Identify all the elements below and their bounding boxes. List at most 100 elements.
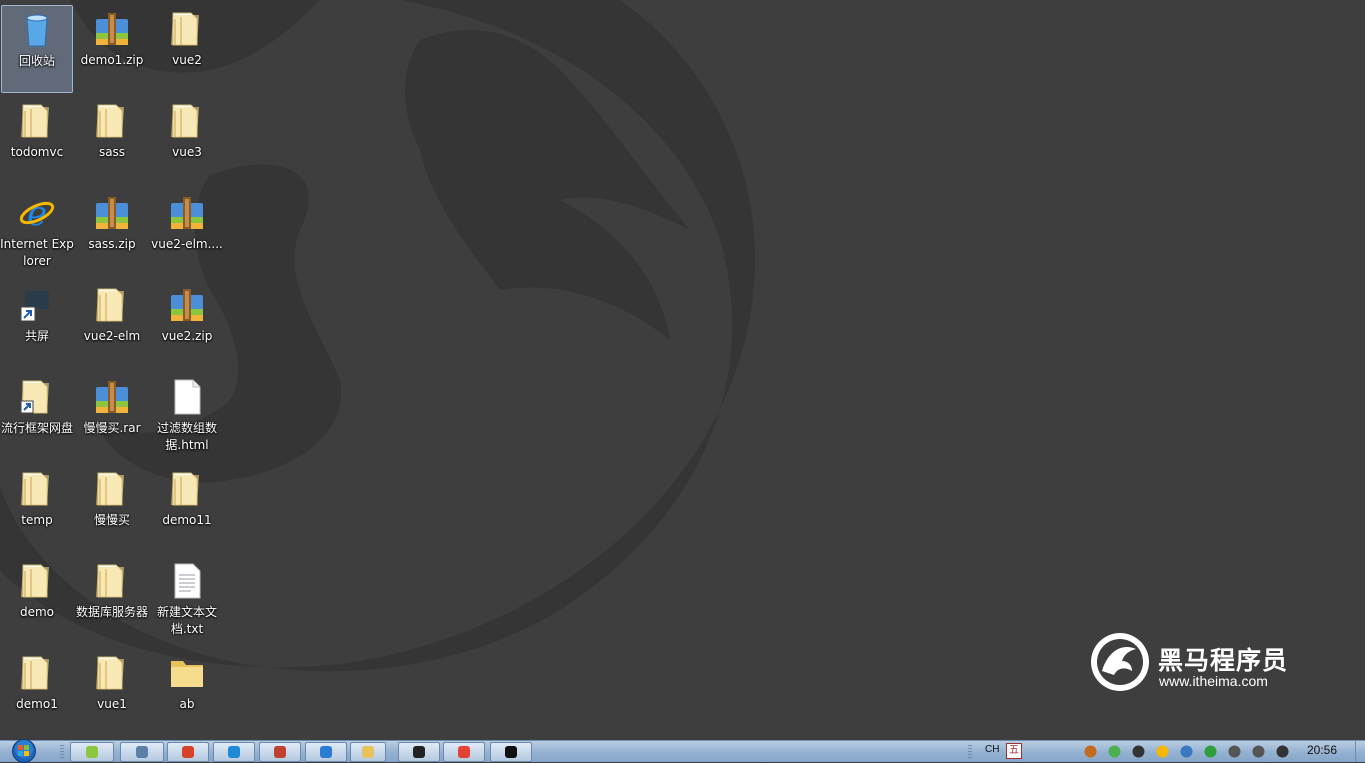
clock[interactable]: 20:56 [1307,743,1337,757]
connection-tray-icon[interactable] [1251,744,1266,759]
taskbar-button[interactable] [398,742,440,762]
brand-name: 黑马程序员 [1158,646,1289,675]
tray-grip[interactable] [968,744,972,760]
folder-icon [92,285,132,325]
volume-icon[interactable] [1275,744,1290,759]
media-icon [411,744,427,760]
video-tray-icon[interactable] [1131,744,1146,759]
desktop-icon-label: 过滤数组数据.html [156,421,217,452]
desktop-icon-label: ab [179,697,195,711]
itheima-brand: 黑马程序员 www.itheima.com [1088,631,1303,693]
taskbar-button[interactable] [120,742,164,762]
vscode-icon [318,744,334,760]
show-desktop-button[interactable] [1355,741,1365,762]
desktop-icon[interactable]: 回收站 [1,5,73,93]
desktop-icon[interactable]: demo1 [1,649,73,737]
desktop-icon[interactable]: vue2.zip [151,281,223,369]
taskbar-button[interactable] [259,742,301,762]
folder-icon [167,101,207,141]
explorer-icon [360,744,376,760]
zip-archive-icon [167,285,207,325]
folder-icon [17,561,57,601]
itheima-logo-icon [1091,633,1149,691]
desktop-icon-label: 回收站 [18,54,55,68]
folder-icon [92,469,132,509]
desktop-icon[interactable]: vue2-elm [76,281,148,369]
desktop-icon[interactable]: vue2 [151,5,223,93]
network-tray-icon[interactable] [1107,744,1122,759]
desktop-icon-label: vue2.zip [161,329,213,343]
desktop-icon-label: 共屏 [24,329,49,343]
taskbar-button[interactable] [213,742,255,762]
desktop-icon[interactable]: ab [151,649,223,737]
desktop-icon-label: 慢慢买.rar [83,421,141,435]
folder-icon [17,653,57,693]
chrome-icon [456,744,472,760]
folder-icon [167,653,207,693]
desktop-icon[interactable]: demo11 [151,465,223,553]
brand-url: www.itheima.com [1159,673,1268,689]
zip-archive-icon [92,377,132,417]
refresh-app-icon [226,744,242,760]
desktop-icon-label: vue1 [97,697,127,711]
shortcut-icon [17,285,57,325]
desktop-icon[interactable]: 共屏 [1,281,73,369]
recycle-app-icon [134,744,150,760]
language-indicator[interactable]: CH [985,744,999,755]
folder-icon [92,653,132,693]
zip-archive-icon [92,9,132,49]
desktop-icon[interactable]: demo1.zip [76,5,148,93]
monitor-tray-icon[interactable] [1179,744,1194,759]
taskbar-button[interactable] [305,742,347,762]
office-icon [180,744,196,760]
desktop-icon-label: demo1.zip [80,53,144,67]
folder-icon [167,469,207,509]
start-button[interactable] [4,737,44,763]
cloud-tray-icon[interactable] [1155,744,1170,759]
desktop-icon[interactable]: 过滤数组数据.html [151,373,223,461]
folder-icon [17,101,57,141]
text-file-icon [167,561,207,601]
folder-icon [17,469,57,509]
desktop-icon-label: demo1 [16,697,58,711]
desktop-icon-label: vue2-elm.... [151,237,223,251]
desktop-icon-label: vue3 [172,145,202,159]
desktop-icon-label: 慢慢买 [93,513,130,527]
taskbar: CH 五 20:56 [0,737,1365,763]
ime-indicator[interactable]: 五 [1006,743,1022,759]
internet-explorer-icon: e [17,193,57,233]
desktop-icon[interactable]: temp [1,465,73,553]
desktop-icon[interactable]: 慢慢买 [76,465,148,553]
taskbar-grip[interactable] [60,744,64,760]
search-tray-icon[interactable] [1083,744,1098,759]
desktop-icon[interactable]: sass [76,97,148,185]
desktop-icon[interactable]: 慢慢买.rar [76,373,148,461]
desktop-icon-label: vue2 [172,53,202,67]
desktop-icon[interactable]: vue3 [151,97,223,185]
taskbar-button[interactable] [350,742,386,762]
desktop-icon-label: demo [19,605,55,619]
desktop-icon[interactable]: demo [1,557,73,645]
taskbar-button[interactable] [443,742,485,762]
desktop-icon-label: 新建文本文档.txt [156,605,217,636]
taskbar-button[interactable] [70,742,114,762]
desktop-icon[interactable]: sass.zip [76,189,148,277]
usb-tray-icon[interactable] [1227,744,1242,759]
desktop-icon[interactable]: 新建文本文档.txt [151,557,223,645]
desktop-icon[interactable]: 数据库服务器 [76,557,148,645]
taskbar-button[interactable] [167,742,209,762]
desktop-icon[interactable]: 流行框架网盘 [1,373,73,461]
desktop-icon-label: 数据库服务器 [75,605,148,619]
desktop-icon[interactable]: vue1 [76,649,148,737]
desktop-icon[interactable]: e Internet Explorer [0,189,74,277]
taskbar-button[interactable] [490,742,532,762]
folder-icon [167,9,207,49]
paint-app-icon [272,744,288,760]
desktop-icon-label: 流行框架网盘 [0,421,73,435]
update-tray-icon[interactable] [1203,744,1218,759]
folder-icon [92,561,132,601]
desktop-icon[interactable]: vue2-elm.... [151,189,223,277]
html-file-icon [167,377,207,417]
desktop-icon-label: sass [98,145,126,159]
desktop-icon[interactable]: todomvc [1,97,73,185]
